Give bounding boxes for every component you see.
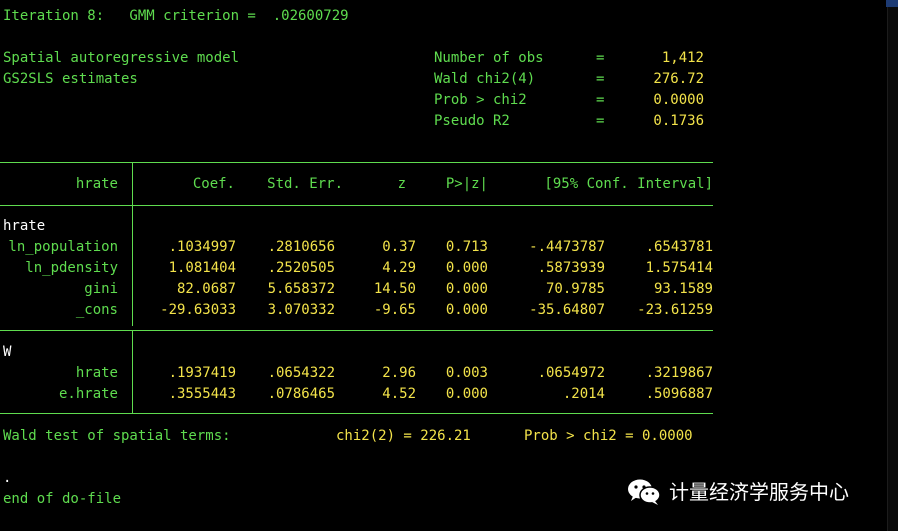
stat-value: 1,412 (661, 50, 704, 66)
cell-ci-upper: 1.575414 (645, 260, 713, 276)
header-p: P>|z| (445, 176, 488, 192)
stat-eq: = (596, 113, 605, 129)
cell-coef: .1034997 (168, 239, 236, 255)
header-ci: [95% Conf. Interval] (544, 176, 713, 192)
cell-ci-lower: 70.9785 (545, 281, 605, 297)
cell-ci-upper: -23.61259 (637, 302, 713, 318)
cell-z: 0.37 (382, 239, 416, 255)
section-label: hrate (3, 218, 46, 234)
cell-ci-upper: .5096887 (645, 386, 713, 402)
row-label: _cons (75, 302, 118, 318)
header-depvar: hrate (75, 176, 118, 192)
table-divider (132, 206, 133, 326)
cell-ci-lower: .5873939 (537, 260, 605, 276)
cell-p: 0.000 (445, 386, 488, 402)
cell-coef: 1.081404 (168, 260, 236, 276)
iteration-line: Iteration 8: GMM criterion = .02600729 (3, 8, 349, 24)
cell-z: 4.29 (382, 260, 416, 276)
table-rule (0, 413, 713, 414)
stat-value: 0.0000 (653, 92, 704, 108)
cell-p: 0.000 (445, 281, 488, 297)
header-se: Std. Err. (267, 176, 343, 192)
cell-coef: .3555443 (168, 386, 236, 402)
wechat-icon (628, 479, 661, 505)
window-corner-bar (886, 0, 898, 7)
cell-coef: .1937419 (168, 365, 236, 381)
row-label: gini (84, 281, 118, 297)
wald-test-prob: Prob > chi2 = 0.0000 (524, 428, 693, 444)
cell-p: 0.003 (445, 365, 488, 381)
stat-label: Pseudo R2 (434, 113, 510, 129)
stat-label: Prob > chi2 (434, 92, 527, 108)
cell-ci-lower: .0654972 (537, 365, 605, 381)
cell-coef: 82.0687 (176, 281, 236, 297)
model-title: Spatial autoregressive model (3, 50, 240, 66)
stat-value: 276.72 (653, 71, 704, 87)
table-rule (0, 205, 713, 206)
cell-ci-upper: .3219867 (645, 365, 713, 381)
cell-ci-lower: -35.64807 (529, 302, 605, 318)
stat-eq: = (596, 71, 605, 87)
watermark-text: 计量经济学服务中心 (669, 480, 849, 504)
table-divider (132, 331, 133, 413)
cell-se: .0786465 (267, 386, 335, 402)
stat-label: Number of obs (434, 50, 544, 66)
wald-test-label: Wald test of spatial terms: (3, 428, 231, 444)
stat-value: 0.1736 (653, 113, 704, 129)
stat-eq: = (596, 92, 605, 108)
cell-se: 5.658372 (267, 281, 335, 297)
table-divider (132, 163, 133, 205)
cell-ci-upper: .6543781 (645, 239, 713, 255)
wald-test-chi2: chi2(2) = 226.21 (336, 428, 471, 444)
end-of-do-file: end of do-file (3, 491, 122, 507)
stat-eq: = (596, 50, 605, 66)
header-z: z (397, 176, 406, 192)
vertical-scrollbar[interactable] (887, 0, 898, 531)
table-rule (0, 162, 713, 163)
row-label: ln_pdensity (25, 260, 118, 276)
cell-se: 3.070332 (267, 302, 335, 318)
cell-p: 0.713 (445, 239, 488, 255)
cell-z: -9.65 (373, 302, 416, 318)
cell-ci-lower: -.4473787 (529, 239, 605, 255)
header-coef: Coef. (192, 176, 235, 192)
cell-coef: -29.63033 (160, 302, 236, 318)
table-rule (0, 330, 713, 331)
section-label: W (3, 344, 12, 360)
stat-label: Wald chi2(4) (434, 71, 536, 87)
cell-ci-upper: 93.1589 (653, 281, 713, 297)
cell-p: 0.000 (445, 302, 488, 318)
cell-z: 2.96 (382, 365, 416, 381)
cell-z: 4.52 (382, 386, 416, 402)
row-label: e.hrate (58, 386, 118, 402)
cell-p: 0.000 (445, 260, 488, 276)
estimator-label: GS2SLS estimates (3, 71, 138, 87)
row-label: ln_population (8, 239, 118, 255)
cell-ci-lower: .2014 (562, 386, 605, 402)
command-prompt: . (3, 470, 12, 486)
cell-se: .2520505 (267, 260, 335, 276)
cell-se: .2810656 (267, 239, 335, 255)
row-label: hrate (75, 365, 118, 381)
cell-se: .0654322 (267, 365, 335, 381)
watermark: 计量经济学服务中心 (627, 479, 849, 505)
cell-z: 14.50 (373, 281, 416, 297)
